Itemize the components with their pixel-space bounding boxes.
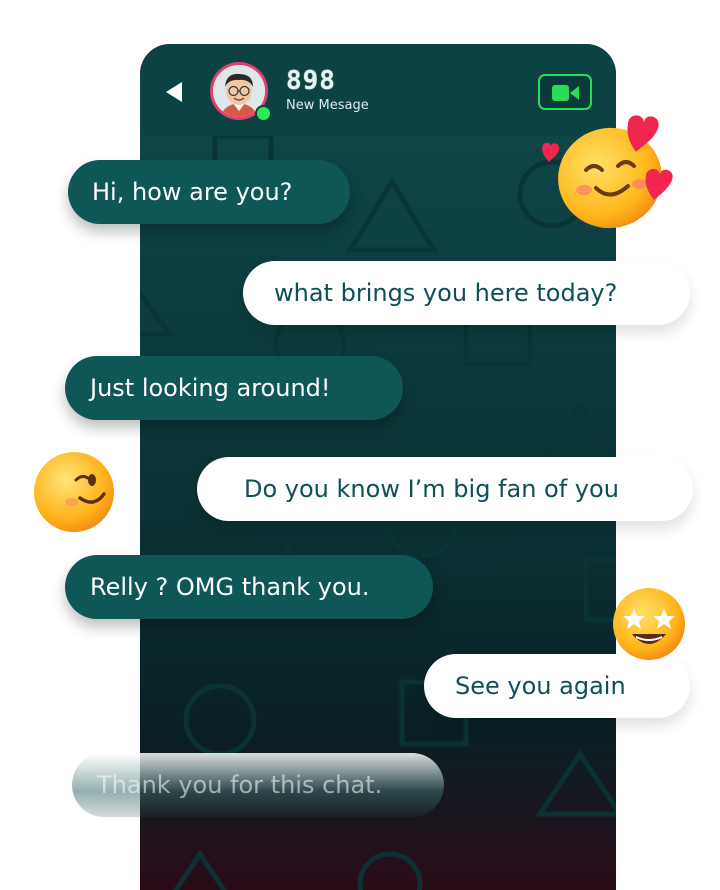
contact-name: 898: [286, 66, 336, 96]
message-bubble-outgoing: what brings you here today?: [243, 261, 690, 325]
message-bubble-outgoing: Do you know I’m big fan of you: [197, 457, 693, 521]
smiling-face-with-hearts-emoji: [542, 115, 673, 229]
message-bubble-incoming-faded: Thank you for this chat.: [72, 753, 444, 817]
video-call-button[interactable]: [538, 74, 592, 110]
message-bubble-outgoing: See you again: [424, 654, 690, 718]
message-bubble-incoming: Just looking around!: [65, 356, 403, 420]
star-struck-face-emoji: [613, 588, 685, 660]
contact-status: New Mesage: [286, 98, 369, 113]
message-bubble-incoming: Hi, how are you?: [68, 160, 350, 224]
winking-face-emoji: [34, 452, 114, 532]
video-camera-icon: [552, 85, 579, 101]
online-status-dot: [255, 105, 272, 122]
message-bubble-incoming: Relly ? OMG thank you.: [65, 555, 433, 619]
back-arrow-icon[interactable]: [166, 82, 182, 102]
